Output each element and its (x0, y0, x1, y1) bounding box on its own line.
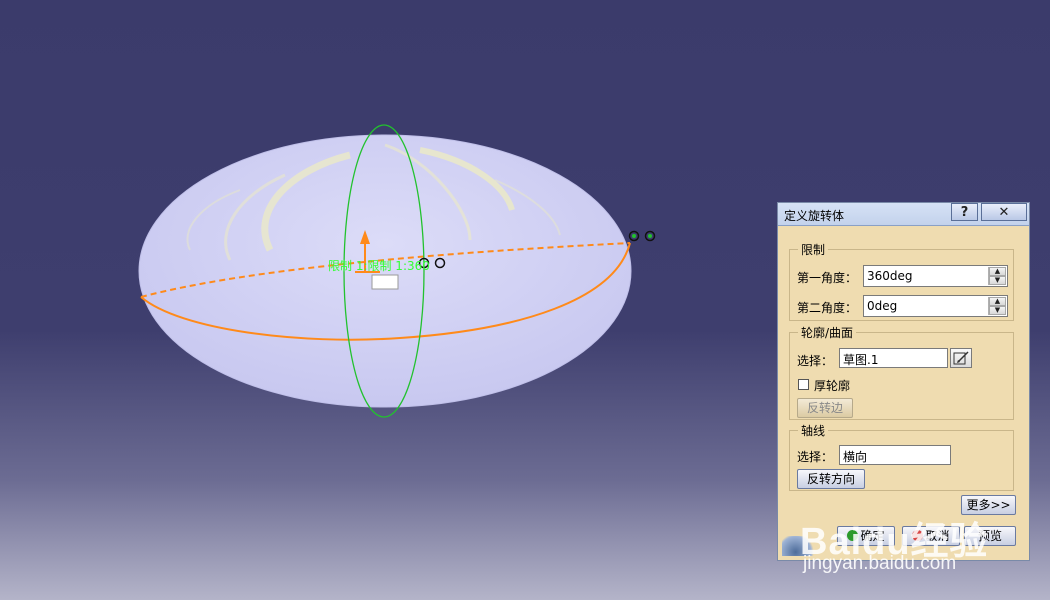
close-button[interactable]: ✕ (981, 203, 1027, 221)
axis-select-value: 横向 (843, 450, 868, 464)
reverse-side-button[interactable]: 反转边 (797, 398, 853, 418)
point-marker (632, 234, 636, 238)
dialog-titlebar[interactable]: 定义旋转体 ? ✕ (778, 203, 1029, 226)
profile-select-label: 选择： (797, 354, 834, 368)
sketch-edit-button[interactable] (950, 348, 972, 368)
axis-group-title: 轴线 (798, 422, 829, 439)
revolve-dialog: 定义旋转体 ? ✕ 限制 第一角度： 360deg ▲ ▼ 第二角度： 0deg… (777, 202, 1030, 561)
thick-profile-checkbox[interactable] (798, 379, 809, 390)
first-angle-input[interactable]: 360deg ▲ ▼ (863, 265, 1008, 287)
spin-up-icon[interactable]: ▲ (989, 267, 1006, 276)
axis-select-label: 选择： (797, 450, 834, 464)
help-button[interactable]: ? (951, 203, 978, 221)
spin-up-icon[interactable]: ▲ (989, 297, 1006, 306)
first-angle-stepper[interactable]: ▲ ▼ (988, 267, 1006, 285)
limits-group-title: 限制 (798, 241, 829, 258)
point-marker (648, 234, 652, 238)
dialog-title: 定义旋转体 (784, 209, 845, 223)
manipulator-box (371, 274, 399, 290)
limit-annotation: 限制 1:限制 1:360 (328, 259, 430, 273)
axis-group: 轴线 选择： 横向 反转方向 (789, 422, 1014, 491)
second-angle-input[interactable]: 0deg ▲ ▼ (863, 295, 1008, 317)
spin-down-icon[interactable]: ▼ (989, 306, 1006, 315)
spin-down-icon[interactable]: ▼ (989, 276, 1006, 285)
profile-group: 轮廓/曲面 选择： 草图.1 厚轮廓 反转边 (789, 324, 1014, 420)
first-angle-label: 第一角度： (797, 271, 858, 285)
profile-select-value: 草图.1 (843, 353, 879, 367)
second-angle-label: 第二角度： (797, 301, 858, 315)
limits-group: 限制 第一角度： 360deg ▲ ▼ 第二角度： 0deg ▲ ▼ (789, 241, 1014, 321)
second-angle-stepper[interactable]: ▲ ▼ (988, 297, 1006, 315)
thick-profile-label: 厚轮廓 (814, 379, 851, 393)
baidu-watermark-url: jingyan.baidu.com (803, 553, 957, 574)
reverse-direction-button[interactable]: 反转方向 (797, 469, 865, 489)
second-angle-value: 0deg (867, 299, 898, 313)
sketch-edit-icon (953, 351, 969, 365)
profile-select-field[interactable]: 草图.1 (839, 348, 948, 368)
profile-group-title: 轮廓/曲面 (798, 324, 857, 341)
axis-select-field[interactable]: 横向 (839, 445, 951, 465)
first-angle-value: 360deg (867, 269, 913, 283)
